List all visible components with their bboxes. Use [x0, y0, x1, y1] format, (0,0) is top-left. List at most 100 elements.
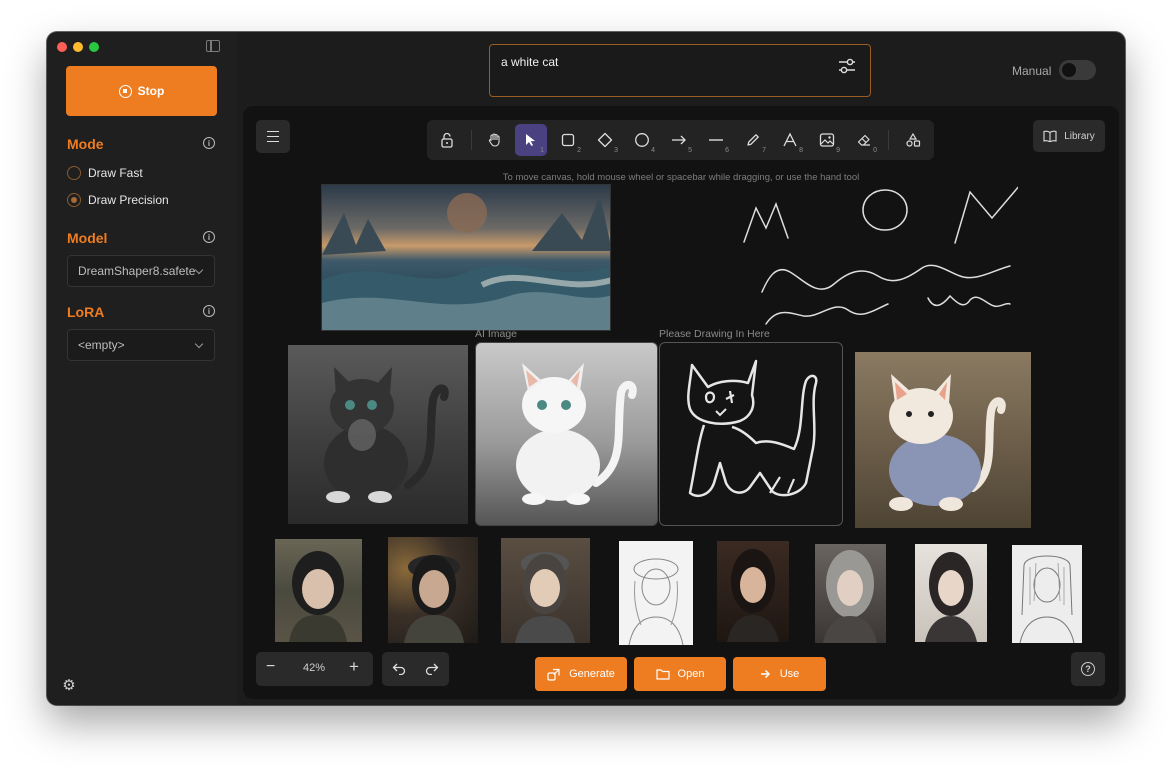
- text-tool[interactable]: 8: [774, 124, 806, 156]
- cat-line-sketch: [687, 359, 818, 497]
- use-label: Use: [779, 668, 800, 680]
- lora-info-icon[interactable]: i: [203, 305, 215, 317]
- portrait-figure: [404, 555, 464, 643]
- chevron-down-icon: [194, 339, 204, 349]
- arrow-tool[interactable]: 5: [663, 124, 695, 156]
- line-icon: [709, 139, 723, 141]
- tool-shortcut: 0: [873, 147, 877, 154]
- portrait-thumbnail[interactable]: [619, 541, 693, 645]
- sidebar-toggle-icon[interactable]: [206, 40, 220, 52]
- drawing-canvas[interactable]: 1 2 3 4 5 6 7 8 9 0 Library To move canv…: [243, 106, 1119, 699]
- arrow-right-icon: [672, 135, 686, 145]
- tool-shortcut: 7: [762, 147, 766, 154]
- portrait-figure: [925, 552, 977, 642]
- rectangle-tool[interactable]: 2: [552, 124, 584, 156]
- zoom-out-button[interactable]: −: [266, 658, 275, 676]
- mode-info-icon[interactable]: i: [203, 137, 215, 149]
- prompt-input[interactable]: a white cat: [489, 44, 871, 97]
- portrait-thumbnail[interactable]: [717, 541, 789, 642]
- toolbar-divider: [888, 130, 889, 150]
- maximize-window-button[interactable]: [89, 42, 99, 52]
- portrait-thumbnail[interactable]: [501, 538, 590, 643]
- drawing-frame[interactable]: [659, 342, 843, 526]
- landscape-image[interactable]: [321, 184, 611, 331]
- history-controls: [382, 652, 449, 686]
- eraser-icon: [857, 134, 870, 146]
- redo-icon[interactable]: [425, 662, 439, 675]
- toolbar-divider: [471, 130, 472, 150]
- zoom-in-button[interactable]: +: [349, 657, 359, 677]
- tool-shortcut: 4: [651, 147, 655, 154]
- menu-button[interactable]: [256, 120, 290, 153]
- pointer-icon: [526, 134, 535, 146]
- hamburger-line: [267, 136, 279, 138]
- model-info-icon[interactable]: i: [203, 231, 215, 243]
- use-button[interactable]: Use: [733, 657, 826, 691]
- zoom-controls: − 42% +: [256, 652, 373, 686]
- settings-sliders-icon[interactable]: [838, 58, 856, 74]
- rectangle-icon: [561, 133, 575, 147]
- book-icon: [1043, 130, 1057, 142]
- portrait-thumbnail[interactable]: [388, 537, 478, 643]
- stop-button[interactable]: Stop: [66, 66, 217, 116]
- help-button[interactable]: ?: [1071, 652, 1105, 686]
- pencil-icon: [747, 134, 759, 146]
- knitted-cat-figure: [889, 374, 1006, 511]
- minimize-window-button[interactable]: [73, 42, 83, 52]
- text-icon: [783, 132, 797, 147]
- portrait-thumbnail[interactable]: [815, 544, 886, 643]
- lock-tool[interactable]: [431, 124, 463, 156]
- model-select[interactable]: DreamShaper8.safetensors: [67, 255, 215, 287]
- radio-selected-icon[interactable]: [67, 193, 81, 207]
- tool-shortcut: 6: [725, 147, 729, 154]
- app-window: Stop Mode i Draw Fast Draw Precision Mod…: [47, 32, 1125, 705]
- diamond-tool[interactable]: 3: [589, 124, 621, 156]
- manual-toggle[interactable]: [1059, 60, 1096, 80]
- mode-option-draw-precision[interactable]: Draw Precision: [67, 193, 169, 207]
- hamburger-line: [267, 141, 279, 143]
- ai-white-cat-image[interactable]: [475, 342, 658, 526]
- portrait-thumbnail[interactable]: [275, 539, 362, 642]
- lora-select-value: <empty>: [78, 338, 125, 352]
- model-title: Model: [67, 230, 108, 246]
- portrait-figure: [823, 550, 877, 643]
- undo-icon[interactable]: [392, 662, 406, 675]
- mode-title: Mode: [67, 136, 104, 152]
- stop-label: Stop: [137, 84, 165, 98]
- hand-tool[interactable]: [479, 124, 511, 156]
- mode-option-draw-fast[interactable]: Draw Fast: [67, 166, 143, 180]
- lora-title: LoRA: [67, 304, 105, 320]
- portrait-sketch: [628, 558, 684, 645]
- model-select-value: DreamShaper8.safetensors: [78, 264, 196, 278]
- zoom-level[interactable]: 42%: [303, 662, 325, 674]
- close-window-button[interactable]: [57, 42, 67, 52]
- shapes-tool[interactable]: [897, 124, 929, 156]
- black-cat-figure: [324, 367, 449, 503]
- eraser-tool[interactable]: 0: [848, 124, 880, 156]
- landscape-scene: [322, 193, 610, 330]
- lora-select[interactable]: <empty>: [67, 329, 215, 361]
- portrait-thumbnail[interactable]: [1012, 545, 1082, 643]
- black-cat-image[interactable]: [288, 345, 468, 524]
- help-icon: ?: [1081, 662, 1095, 676]
- radio-icon[interactable]: [67, 166, 81, 180]
- diamond-icon: [597, 132, 613, 148]
- portrait-thumbnail[interactable]: [915, 544, 987, 642]
- ellipse-tool[interactable]: 4: [626, 124, 658, 156]
- tool-shortcut: 2: [577, 147, 581, 154]
- open-button[interactable]: Open: [634, 657, 726, 691]
- select-tool[interactable]: 1: [515, 124, 547, 156]
- library-button[interactable]: Library: [1033, 120, 1105, 152]
- chevron-down-icon: [194, 265, 204, 275]
- image-tool[interactable]: 9: [811, 124, 843, 156]
- draw-tool[interactable]: 7: [737, 124, 769, 156]
- knitted-cat-image[interactable]: [855, 352, 1031, 528]
- hamburger-line: [267, 131, 279, 133]
- portrait-figure: [289, 551, 347, 642]
- open-label: Open: [677, 668, 705, 680]
- generate-button[interactable]: Generate: [535, 657, 627, 691]
- white-cat-figure: [516, 363, 637, 505]
- gear-icon[interactable]: ⚙: [61, 678, 77, 694]
- portrait-figure: [515, 552, 575, 643]
- line-tool[interactable]: 6: [700, 124, 732, 156]
